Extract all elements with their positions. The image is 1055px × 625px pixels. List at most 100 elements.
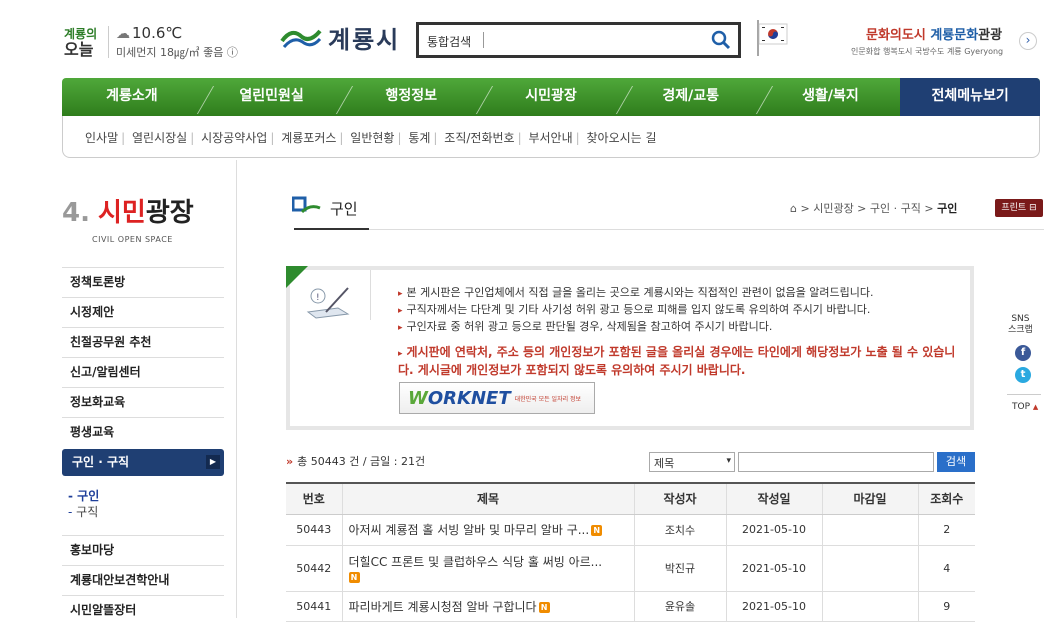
cell-deadline <box>821 591 918 622</box>
title-underline <box>294 229 1044 230</box>
submenu-item[interactable]: 계룡포커스 <box>281 131 336 145</box>
arrow-up-icon: ▲ <box>1032 403 1039 411</box>
sidebar-item-proposal[interactable]: 시정제안 <box>62 297 224 327</box>
sns-scrap-label: SNS 스크랩 <box>1008 314 1033 335</box>
menu-admin-info[interactable]: 행정정보 <box>341 78 494 116</box>
post-title-link[interactable]: 파리바게트 계룡시청점 알바 구합니다 <box>349 600 537 614</box>
menu-life-welfare[interactable]: 생활/복지 <box>761 78 901 116</box>
submenu-item[interactable]: 열린시장실 <box>132 131 187 145</box>
city-logo[interactable]: 계룡시 <box>280 20 400 55</box>
breadcrumb-current: 구인 <box>937 202 958 215</box>
print-button[interactable]: 프린트 ⊟ <box>995 199 1043 217</box>
column-header: 마감일 <box>821 482 918 515</box>
new-badge-icon: N <box>538 601 550 613</box>
submenu-item[interactable]: 부서안내 <box>528 131 572 145</box>
search-field-select[interactable]: 제목 ▾ <box>649 452 735 472</box>
page-title-text: 구인 <box>330 200 358 218</box>
sidebar-item-kind-officer[interactable]: 친절공무원 추천 <box>62 327 224 357</box>
facebook-icon[interactable]: f <box>1015 345 1031 361</box>
submenu-item[interactable]: 통계 <box>408 131 430 145</box>
korea-flag-icon <box>754 18 790 58</box>
notice-box: ! 본 게시판은 구인업체에서 직접 글을 올리는 곳으로 계룡시와는 직접적인… <box>286 266 974 430</box>
worknet-banner[interactable]: WORKNET 대한민국 모든 일자리 정보 <box>399 382 595 414</box>
breadcrumb: ⌂ > 시민광장 > 구인 · 구직 > 구인 <box>790 202 958 215</box>
sidebar-sub-jobseeking[interactable]: - 구직 <box>68 503 98 520</box>
breadcrumb-item[interactable]: 시민광장 <box>813 202 853 215</box>
worknet-logo: WORKNET <box>408 387 511 409</box>
cell-author: 윤유솔 <box>633 591 726 622</box>
tour-text-c: 관광 <box>978 28 1003 43</box>
search-box[interactable]: 통합검색 <box>416 22 741 58</box>
notice-line: 구인자료 중 허위 광고 등으로 판단될 경우, 삭제됨을 참고하여 주시기 바… <box>398 318 773 334</box>
table-row[interactable]: 50441 파리바게트 계룡시청점 알바 구합니다 N 윤유솔 2021-05-1… <box>286 591 975 622</box>
cell-date: 2021-05-10 <box>725 514 822 546</box>
top-button[interactable]: TOP ▲ <box>1012 402 1038 412</box>
cell-views: 2 <box>917 514 975 546</box>
submenu-separator: | <box>121 131 126 145</box>
cell-title[interactable]: 아저씨 계룡점 홀 서빙 알바 및 마무리 알바 구... N <box>341 514 634 546</box>
table-row[interactable]: 50442 더힐CC 프론트 및 클럽하우스 식당 홀 써빙 아르... N 박진… <box>286 545 975 592</box>
sidebar-item-lifelong-education[interactable]: 평생교육 <box>62 417 224 447</box>
search-icon[interactable] <box>710 29 732 51</box>
cell-deadline <box>821 545 918 592</box>
submenu-item[interactable]: 인사말 <box>85 131 118 145</box>
menu-label: 경제/교통 <box>662 88 720 104</box>
board-total-text: 총 50443 건 / 금일 : 21건 <box>297 455 426 468</box>
select-value: 제목 <box>654 457 675 470</box>
table-row[interactable]: 50443 아저씨 계룡점 홀 서빙 알바 및 마무리 알바 구... N 조치수… <box>286 514 975 546</box>
title-logo-icon <box>291 196 322 221</box>
column-header: 번호 <box>286 482 342 515</box>
menu-label: 생활/복지 <box>802 88 859 104</box>
cloud-icon: ☁ <box>116 26 130 42</box>
submenu-item[interactable]: 찾아오시는 길 <box>587 131 657 145</box>
cell-author: 박진규 <box>633 545 726 592</box>
sidebar-item-flea-market[interactable]: 시민알뜰장터 <box>62 595 224 625</box>
section-english: CIVIL OPEN SPACE <box>92 235 173 244</box>
cell-date: 2021-05-10 <box>725 545 822 592</box>
submenu-separator: | <box>270 131 275 145</box>
menu-citizen-square[interactable]: 시민광장 <box>481 78 633 116</box>
post-title-link[interactable]: 더힐CC 프론트 및 클럽하우스 식당 홀 써빙 아르... <box>349 555 603 569</box>
post-title-link[interactable]: 아저씨 계룡점 홀 서빙 알바 및 마무리 알바 구... <box>349 523 590 537</box>
menu-open-civil[interactable]: 열린민원실 <box>202 78 354 116</box>
sidebar-sub-hiring[interactable]: - 구인 <box>68 487 99 504</box>
notice-divider <box>370 270 371 320</box>
breadcrumb-item[interactable]: 구인 · 구직 <box>870 202 921 215</box>
double-arrow-icon: » <box>286 455 294 468</box>
submenu-item[interactable]: 시장공약사업 <box>201 131 267 145</box>
sub-menu: 인사말 | 열린시장실 | 시장공약사업 | 계룡포커스 | 일반현황 | 통계 | 조직/… <box>62 116 1040 158</box>
keyword-input[interactable] <box>738 452 934 472</box>
fine-dust-info[interactable]: 미세먼지 18㎍/㎥ 좋음 ⓘ <box>116 44 238 60</box>
menu-label: 시민광장 <box>525 88 577 104</box>
menu-gyeryong-intro[interactable]: 계룡소개 <box>62 78 214 116</box>
submenu-item[interactable]: 조직/전화번호 <box>444 131 514 145</box>
title-underline-accent <box>294 228 369 230</box>
search-button[interactable]: 검색 <box>937 452 975 472</box>
sidebar-item-policy-debate[interactable]: 정책토론방 <box>62 267 224 297</box>
board-total: » 총 50443 건 / 금일 : 21건 <box>286 453 425 469</box>
sidebar-item-it-education[interactable]: 정보화교육 <box>62 387 224 417</box>
new-badge-icon: N <box>348 571 360 583</box>
menu-all[interactable]: 전체메뉴보기 <box>900 78 1041 116</box>
dash-icon: - <box>68 505 77 519</box>
sidebar-item-jobs[interactable]: 구인 · 구직 ▶ <box>62 449 224 476</box>
sidebar-active-label: 구인 · 구직 <box>72 455 130 469</box>
cell-date: 2021-05-10 <box>725 591 822 622</box>
submenu-item[interactable]: 일반현황 <box>350 131 394 145</box>
menu-label: 전체메뉴보기 <box>931 88 1009 104</box>
home-icon[interactable]: ⌂ <box>790 202 797 215</box>
job-board-table: 번호 제목 작성자 작성일 마감일 조회수 50443 아저씨 계룡점 홀 서빙… <box>286 482 975 622</box>
sidebar-item-security-tour[interactable]: 계룡대안보견학안내 <box>62 565 224 595</box>
sidebar-item-promotion[interactable]: 홍보마당 <box>62 535 224 565</box>
sidebar-item-report-center[interactable]: 신고/알림센터 <box>62 357 224 387</box>
cell-title[interactable]: 더힐CC 프론트 및 클럽하우스 식당 홀 써빙 아르... N <box>341 545 634 592</box>
next-arrow-icon[interactable]: › <box>1019 32 1037 50</box>
submenu-separator: | <box>339 131 344 145</box>
menu-economy-traffic[interactable]: 경제/교통 <box>621 78 773 116</box>
column-header: 제목 <box>341 482 634 515</box>
tourism-banner[interactable]: 문화의도시 계룡문화관광 <box>866 24 1002 43</box>
sidebar-sub-label: 구인 <box>77 489 100 503</box>
twitter-icon[interactable]: t <box>1015 367 1031 383</box>
weather-label: 계룡의 오늘 <box>64 26 97 58</box>
cell-title[interactable]: 파리바게트 계룡시청점 알바 구합니다 N <box>341 591 634 622</box>
